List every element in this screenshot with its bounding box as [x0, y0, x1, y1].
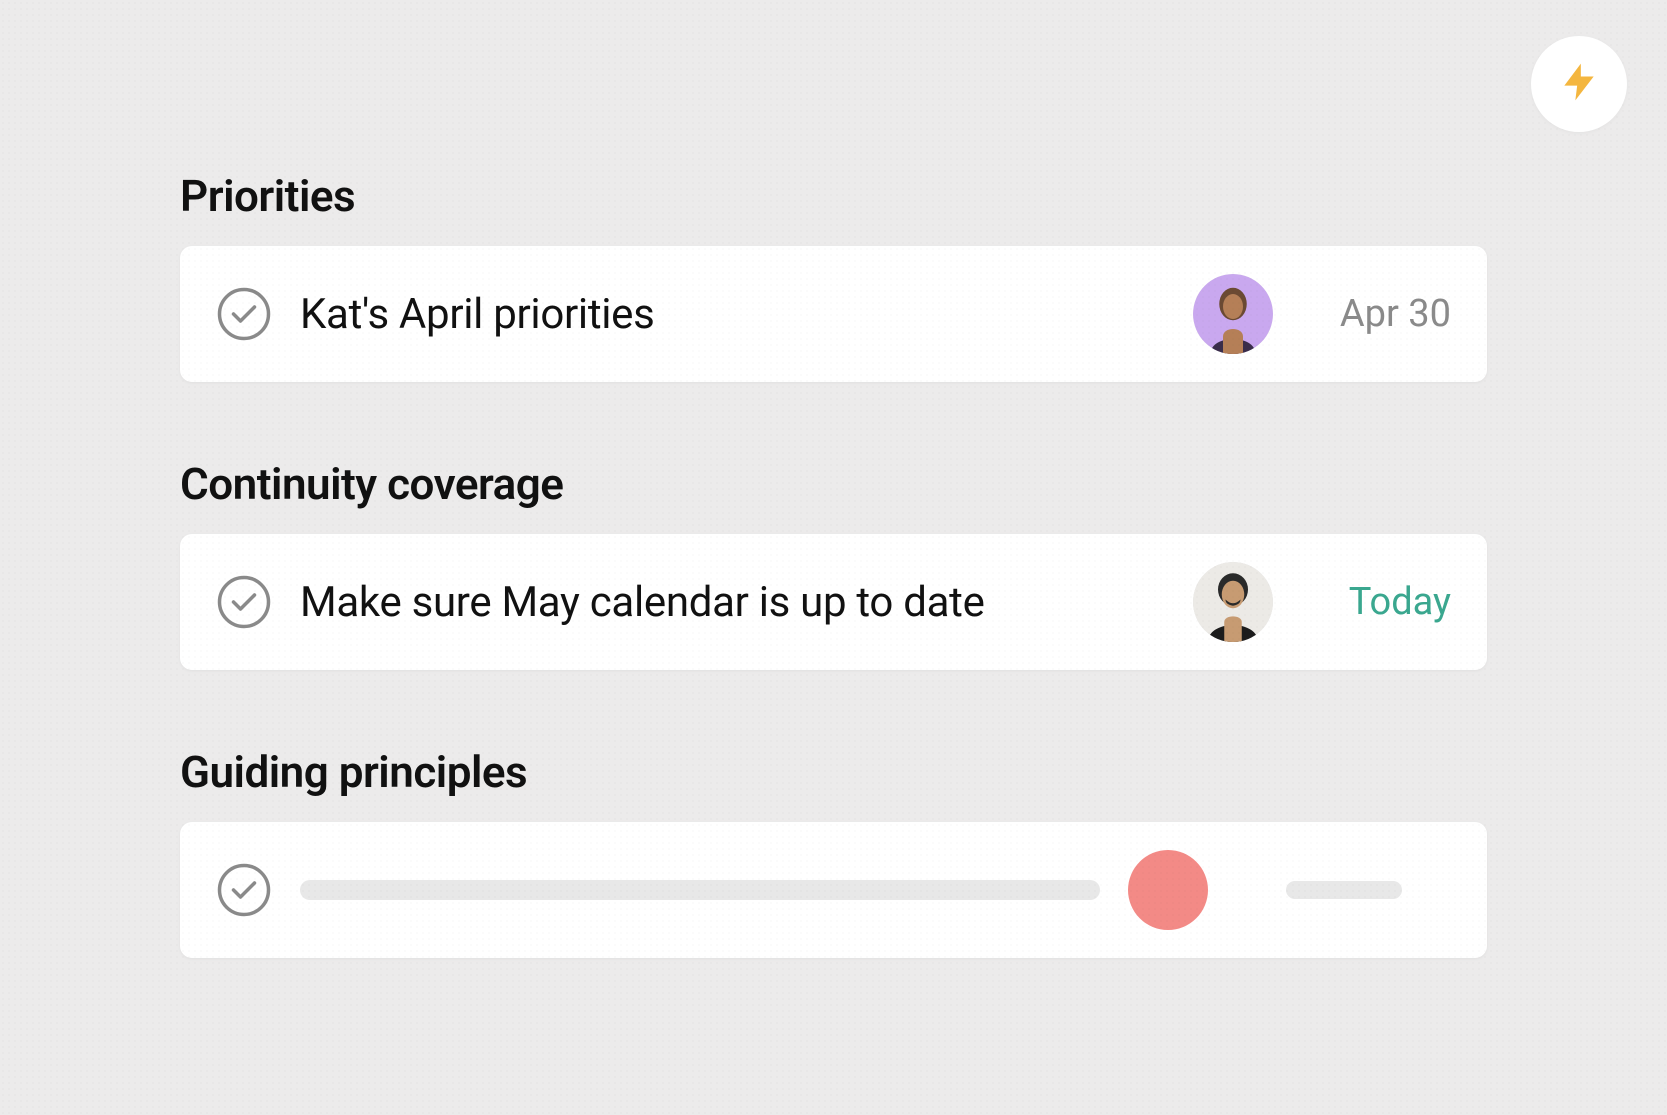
task-title: Kat's April priorities — [300, 290, 1165, 339]
task-title-placeholder — [300, 880, 1100, 900]
automation-button[interactable] — [1531, 36, 1627, 132]
section-title: Guiding principles — [180, 746, 1487, 798]
task-row[interactable] — [180, 822, 1487, 958]
assignee-avatar[interactable] — [1128, 850, 1208, 930]
assignee-avatar[interactable] — [1193, 562, 1273, 642]
lightning-icon — [1557, 60, 1601, 108]
section-title: Priorities — [180, 170, 1487, 222]
task-title: Make sure May calendar is up to date — [300, 578, 1165, 627]
task-row[interactable]: Kat's April priorities Apr 30 — [180, 246, 1487, 382]
due-date-placeholder — [1286, 881, 1402, 899]
section-priorities: Priorities Kat's April priorities Apr 30 — [180, 170, 1487, 382]
complete-check-icon[interactable] — [216, 574, 272, 630]
complete-check-icon[interactable] — [216, 286, 272, 342]
section-guiding-principles: Guiding principles — [180, 746, 1487, 958]
due-date: Today — [1321, 580, 1451, 624]
task-row[interactable]: Make sure May calendar is up to date Tod… — [180, 534, 1487, 670]
assignee-avatar[interactable] — [1193, 274, 1273, 354]
section-title: Continuity coverage — [180, 458, 1487, 510]
section-continuity-coverage: Continuity coverage Make sure May calend… — [180, 458, 1487, 670]
complete-check-icon[interactable] — [216, 862, 272, 918]
due-date: Apr 30 — [1321, 292, 1451, 336]
